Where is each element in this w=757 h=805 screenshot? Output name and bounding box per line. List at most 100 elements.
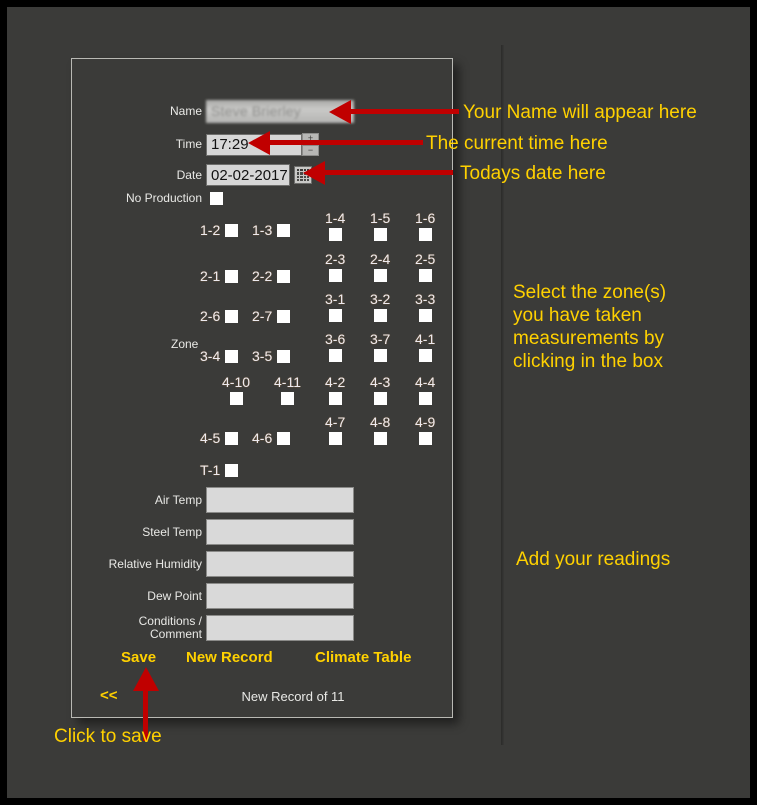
zone-cell-3-7[interactable]: 3-7 [370,331,390,362]
zone-checkbox[interactable] [328,349,342,362]
record-status-text: New Record of 11 [241,689,345,704]
zone-checkbox[interactable] [280,392,294,405]
no-production-checkbox[interactable] [210,192,223,205]
zone-checkbox[interactable] [328,309,342,322]
zone-label: 4-3 [370,374,391,390]
zone-cell-2-7[interactable]: 2-7 [252,308,291,324]
zone-label: 4-2 [325,374,346,390]
zone-cell-2-5[interactable]: 2-5 [415,251,435,282]
date-input[interactable]: 02-02-2017 [206,164,290,186]
zone-checkbox[interactable] [277,431,291,445]
zone-label: 3-1 [325,291,346,307]
zone-cell-1-4[interactable]: 1-4 [325,210,345,241]
zone-cell-1-2[interactable]: 1-2 [200,222,239,238]
zone-checkbox[interactable] [373,269,387,282]
zone-cell-2-6[interactable]: 2-6 [200,308,239,324]
zone-checkbox[interactable] [328,432,342,445]
zone-label: 4-5 [200,430,221,446]
zone-cell-3-2[interactable]: 3-2 [370,291,390,322]
dew-point-input[interactable] [206,583,354,609]
air-temp-input[interactable] [206,487,354,513]
zone-label: 3-2 [370,291,391,307]
zone-label: 4-7 [325,414,346,430]
zone-checkbox[interactable] [225,463,239,477]
zone-cell-2-4[interactable]: 2-4 [370,251,390,282]
zone-label: 1-4 [325,210,346,226]
zone-checkbox[interactable] [328,392,342,405]
zone-cell-1-5[interactable]: 1-5 [370,210,390,241]
date-annotation-text: Todays date here [460,163,606,184]
zone-label: 3-4 [200,348,221,364]
zone-checkbox[interactable] [277,223,291,237]
reading-row-steel-temp: Steel Temp [72,519,354,545]
zone-checkbox[interactable] [328,269,342,282]
zone-cell-3-1[interactable]: 3-1 [325,291,345,322]
zone-checkbox[interactable] [373,309,387,322]
zone-cell-3-5[interactable]: 3-5 [252,348,291,364]
zone-label: 1-6 [415,210,436,226]
zone-checkbox[interactable] [277,349,291,363]
zone-annotation-text: Select the zone(s) you have taken measur… [513,282,667,372]
zone-checkbox[interactable] [418,432,432,445]
dew-point-label: Dew Point [147,588,202,603]
zone-cell-3-6[interactable]: 3-6 [325,331,345,362]
zone-checkbox[interactable] [373,228,387,241]
zone-checkbox[interactable] [373,349,387,362]
save-button[interactable]: Save [121,649,156,666]
zone-cell-3-3[interactable]: 3-3 [415,291,435,322]
zone-cell-4-7[interactable]: 4-7 [325,414,345,445]
zone-checkbox[interactable] [277,309,291,323]
zone-cell-2-1[interactable]: 2-1 [200,268,239,284]
zone-cell-3-4[interactable]: 3-4 [200,348,239,364]
zone-cell-4-5[interactable]: 4-5 [200,430,239,446]
zone-cell-t-1[interactable]: T-1 [200,462,239,478]
zone-cell-1-3[interactable]: 1-3 [252,222,291,238]
air-temp-label: Air Temp [154,492,202,507]
arrow-head-icon [303,161,325,185]
zone-checkbox[interactable] [373,392,387,405]
zone-cell-4-2[interactable]: 4-2 [325,374,345,405]
zone-checkbox[interactable] [229,392,243,405]
zone-cell-4-4[interactable]: 4-4 [415,374,435,405]
arrow-head-icon [329,100,351,124]
zone-cell-4-6[interactable]: 4-6 [252,430,291,446]
zone-checkbox[interactable] [373,432,387,445]
previous-record-button[interactable]: << [100,687,118,704]
zone-cell-4-11[interactable]: 4-11 [274,374,301,405]
zone-checkbox[interactable] [277,269,291,283]
zone-checkbox[interactable] [225,349,239,363]
reading-row-dew-point: Dew Point [72,583,354,609]
time-decrement-button[interactable]: − [302,144,319,156]
zone-cell-4-3[interactable]: 4-3 [370,374,390,405]
zone-cell-4-1[interactable]: 4-1 [415,331,435,362]
zone-checkbox[interactable] [418,349,432,362]
zone-checkbox[interactable] [418,269,432,282]
relative-humidity-input[interactable] [206,551,354,577]
zone-cell-4-8[interactable]: 4-8 [370,414,390,445]
zone-checkbox[interactable] [225,431,239,445]
zone-label: 4-1 [415,331,436,347]
zone-checkbox[interactable] [225,223,239,237]
zone-cell-2-3[interactable]: 2-3 [325,251,345,282]
name-annotation-text: Your Name will appear here [463,102,697,123]
steel-temp-input[interactable] [206,519,354,545]
zone-label: 4-8 [370,414,391,430]
zone-checkbox[interactable] [418,228,432,241]
zone-checkbox[interactable] [418,392,432,405]
new-record-button[interactable]: New Record [186,649,273,666]
zone-cell-2-2[interactable]: 2-2 [252,268,291,284]
time-annotation-text: The current time here [426,133,608,154]
zone-checkbox[interactable] [418,309,432,322]
zone-label: 4-9 [415,414,436,430]
zone-cell-4-10[interactable]: 4-10 [222,374,250,405]
zone-checkbox[interactable] [328,228,342,241]
conditions-comment-input[interactable] [206,615,354,641]
zone-checkbox[interactable] [225,269,239,283]
zone-label: 2-4 [370,251,391,267]
arrow-shaft [349,109,459,114]
zone-cell-1-6[interactable]: 1-6 [415,210,435,241]
zone-checkbox[interactable] [225,309,239,323]
zone-label: 2-7 [252,308,273,324]
climate-table-button[interactable]: Climate Table [315,649,411,666]
zone-cell-4-9[interactable]: 4-9 [415,414,435,445]
